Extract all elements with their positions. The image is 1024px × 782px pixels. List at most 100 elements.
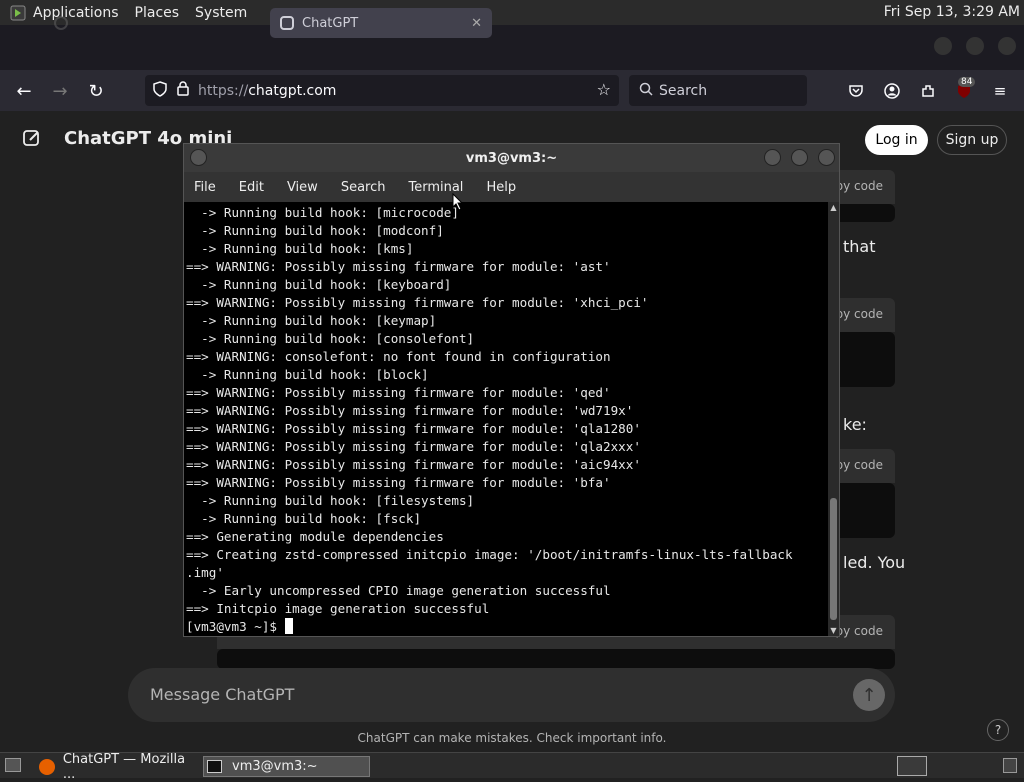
search-placeholder: Search: [659, 82, 708, 99]
reload-icon[interactable]: ↻: [85, 80, 107, 102]
window-minimize-button[interactable]: [934, 37, 952, 55]
terminal-menu-search[interactable]: Search: [341, 180, 386, 195]
new-chat-icon[interactable]: [22, 128, 44, 150]
terminal-minimize-button[interactable]: [764, 149, 781, 166]
terminal-menu-edit[interactable]: Edit: [239, 180, 264, 195]
search-icon: [639, 82, 653, 100]
shield-icon[interactable]: [153, 80, 167, 101]
url-protocol: https://: [198, 82, 249, 99]
response-text: led. You: [843, 553, 906, 572]
terminal-line: -> Running build hook: [keyboard]: [186, 277, 452, 292]
terminal-menu-help[interactable]: Help: [486, 180, 516, 195]
ublock-badge: 84: [958, 77, 976, 87]
terminal-line: -> Running build hook: [consolefont]: [186, 331, 475, 346]
help-button[interactable]: ?: [987, 719, 1009, 741]
terminal-maximize-button[interactable]: [791, 149, 808, 166]
taskbar-item-label: ChatGPT — Mozilla ...: [62, 751, 186, 782]
tab-favicon-icon: [54, 16, 68, 30]
terminal-close-button[interactable]: [818, 149, 835, 166]
gnome-foot-icon[interactable]: [9, 4, 27, 22]
terminal-line: ==> WARNING: Possibly missing firmware f…: [186, 475, 611, 490]
send-arrow-icon[interactable]: ↑: [853, 679, 885, 711]
tab-background[interactable]: [40, 8, 260, 38]
terminal-line: ==> WARNING: Possibly missing firmware f…: [186, 457, 641, 472]
terminal-line: ==> WARNING: Possibly missing firmware f…: [186, 439, 641, 454]
window-close-button[interactable]: [998, 37, 1016, 55]
firefox-icon: [39, 758, 55, 775]
terminal-line: ==> Creating zstd-compressed initcpio im…: [186, 547, 793, 562]
account-icon[interactable]: [881, 80, 903, 102]
terminal-cursor: [284, 618, 293, 634]
workspace-switcher[interactable]: [897, 756, 927, 776]
terminal-line: ==> WARNING: Possibly missing firmware f…: [186, 403, 634, 418]
terminal-line: -> Running build hook: [block]: [186, 367, 429, 382]
extensions-icon[interactable]: [917, 80, 939, 102]
code-block: [217, 649, 895, 669]
tab-chatgpt[interactable]: ChatGPT ✕: [270, 8, 492, 38]
terminal-prompt-line[interactable]: [vm3@vm3 ~]$: [186, 618, 826, 636]
openai-icon: [280, 16, 294, 30]
url-bar[interactable]: https:// chatgpt.com ☆: [145, 75, 619, 106]
terminal-menu-file[interactable]: File: [194, 180, 216, 195]
terminal-line: -> Running build hook: [kms]: [186, 241, 414, 256]
tab-close-icon[interactable]: ✕: [471, 16, 482, 31]
show-desktop-icon[interactable]: [5, 758, 21, 772]
clock[interactable]: Fri Sep 13, 3:29 AM: [884, 4, 1020, 20]
composer-placeholder: Message ChatGPT: [150, 685, 295, 704]
terminal-line: ==> WARNING: Possibly missing firmware f…: [186, 421, 641, 436]
login-button[interactable]: Log in: [865, 125, 928, 155]
copy-code-button[interactable]: py code: [836, 307, 883, 321]
back-arrow-icon[interactable]: ←: [13, 80, 35, 102]
search-bar[interactable]: Search: [629, 75, 807, 106]
terminal-prompt: [vm3@vm3 ~]$: [186, 619, 285, 634]
terminal-title: vm3@vm3:~: [465, 150, 558, 166]
copy-code-button[interactable]: py code: [836, 458, 883, 472]
terminal-icon: [207, 760, 222, 773]
bookmark-star-icon[interactable]: ☆: [597, 80, 611, 99]
terminal-line: ==> WARNING: Possibly missing firmware f…: [186, 259, 611, 274]
lock-icon[interactable]: [177, 81, 189, 100]
taskbar-item-terminal[interactable]: vm3@vm3:~: [203, 756, 370, 777]
copy-code-button[interactable]: py code: [836, 179, 883, 193]
message-composer[interactable]: Message ChatGPT ↑: [128, 668, 895, 722]
terminal-line: -> Running build hook: [filesystems]: [186, 493, 475, 508]
terminal-line: -> Early uncompressed CPIO image generat…: [186, 583, 611, 598]
terminal-menu-button[interactable]: [190, 149, 207, 166]
terminal-line: ==> Generating module dependencies: [186, 529, 444, 544]
copy-code-button[interactable]: py code: [836, 624, 883, 638]
terminal-output[interactable]: -> Running build hook: [microcode] -> Ru…: [186, 204, 826, 636]
taskbar-item-label: vm3@vm3:~: [232, 759, 318, 774]
terminal-line: -> Running build hook: [modconf]: [186, 223, 444, 238]
terminal-window[interactable]: vm3@vm3:~ File Edit View Search Terminal…: [183, 143, 840, 637]
response-text: ke:: [843, 415, 867, 434]
terminal-line: ==> Initcpio image generation successful: [186, 601, 490, 616]
mouse-pointer-icon: [452, 193, 464, 211]
workspace-switcher-empty[interactable]: [929, 756, 959, 776]
forward-arrow-icon[interactable]: →: [49, 80, 71, 102]
hamburger-menu-icon[interactable]: ≡: [989, 80, 1011, 102]
terminal-line: ==> WARNING: Possibly missing firmware f…: [186, 295, 649, 310]
bottom-taskbar: ChatGPT — Mozilla ... vm3@vm3:~: [0, 752, 1024, 782]
terminal-line: -> Running build hook: [fsck]: [186, 511, 422, 526]
response-text: that: [843, 237, 876, 256]
disclaimer: ChatGPT can make mistakes. Check importa…: [357, 731, 667, 745]
pocket-icon[interactable]: [845, 80, 867, 102]
terminal-scrollbar[interactable]: ▲ ▼: [828, 202, 839, 636]
terminal-line: -> Running build hook: [microcode]: [186, 205, 459, 220]
terminal-menu-view[interactable]: View: [287, 180, 318, 195]
window-maximize-button[interactable]: [966, 37, 984, 55]
signup-button[interactable]: Sign up: [937, 125, 1007, 155]
terminal-menubar: File Edit View Search Terminal Help: [184, 172, 839, 202]
terminal-line: -> Running build hook: [keymap]: [186, 313, 437, 328]
terminal-line: ==> WARNING: Possibly missing firmware f…: [186, 385, 611, 400]
url-host: chatgpt.com: [248, 82, 337, 99]
terminal-line: .img': [186, 565, 224, 580]
terminal-line: ==> WARNING: consolefont: no font found …: [186, 349, 611, 364]
taskbar-item-firefox[interactable]: ChatGPT — Mozilla ...: [37, 752, 200, 782]
trash-icon[interactable]: [1003, 758, 1017, 773]
scroll-up-icon[interactable]: ▲: [828, 202, 839, 213]
terminal-titlebar[interactable]: vm3@vm3:~: [184, 144, 839, 172]
scrollbar-thumb[interactable]: [830, 498, 837, 620]
scroll-down-icon[interactable]: ▼: [828, 625, 839, 636]
tab-label: ChatGPT: [302, 15, 359, 31]
